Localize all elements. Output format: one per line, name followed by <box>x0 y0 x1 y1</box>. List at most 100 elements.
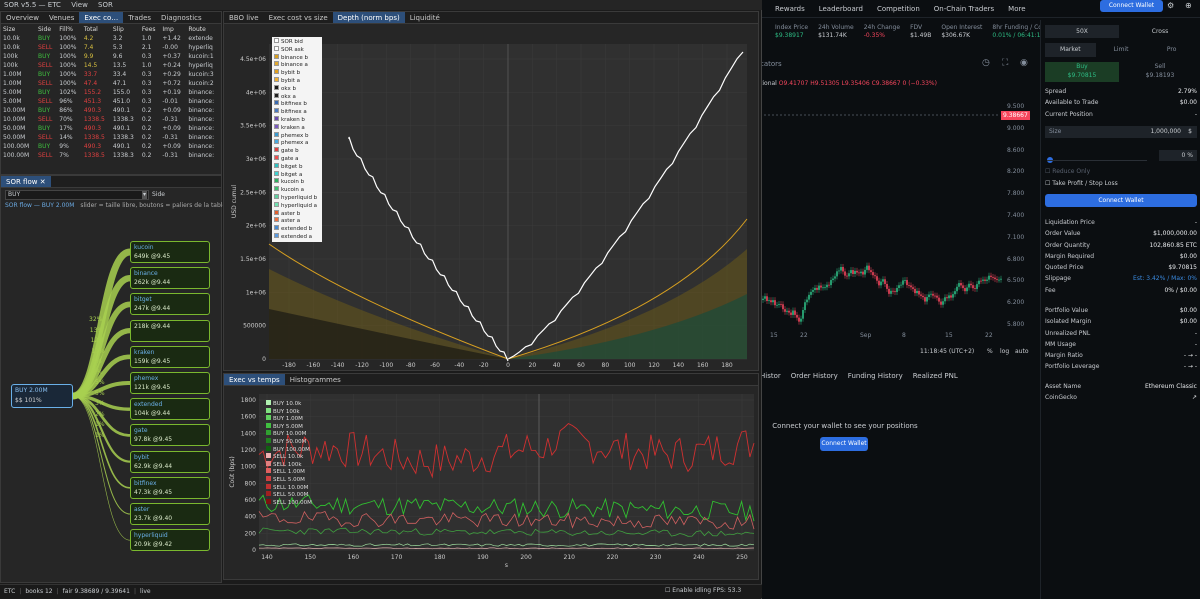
flow-node[interactable]: phemex 121k @9.45 <box>130 372 210 394</box>
table-row[interactable]: 5.00M BUY 102% 155.2 155.0 0.3 +0.19 binance: <box>1 88 221 97</box>
col-header[interactable]: Slip <box>111 25 140 34</box>
table-row[interactable]: 1.00M SELL 100% 47.4 47.1 0.3 +0.72 kucoin:2 <box>1 79 221 88</box>
site-nav-item[interactable]: Leaderboard <box>819 0 863 18</box>
depth-legend-item[interactable]: kucoin a <box>274 186 320 194</box>
leverage-button[interactable]: 50X <box>1045 25 1119 38</box>
exec-legend-item[interactable]: BUY 10.0k <box>266 400 316 408</box>
depth-legend-item[interactable]: hyperliquid b <box>274 193 320 202</box>
connect-wallet-trade-button[interactable]: Connect Wallet <box>1045 194 1197 207</box>
exec-legend-item[interactable]: SELL 1.00M <box>266 468 316 476</box>
flow-root-node[interactable]: BUY 2.00M $$ 101% <box>11 384 73 408</box>
site-nav-item[interactable]: More <box>1008 0 1025 18</box>
exec-legend-item[interactable]: BUY 10.00M <box>266 430 316 438</box>
table-row[interactable]: 50.00M BUY 17% 490.3 490.1 0.2 +0.09 binance: <box>1 124 221 133</box>
depth-legend-item[interactable]: extended a <box>274 232 320 241</box>
col-header[interactable]: Route <box>186 25 221 34</box>
connect-wallet-positions-button[interactable]: Connect Wallet <box>820 437 868 451</box>
flow-node[interactable]: kraken 159k @9.45 <box>130 345 210 368</box>
col-header[interactable]: Fill% <box>57 25 82 34</box>
col-header[interactable]: Imp <box>160 25 186 34</box>
flow-node[interactable]: aster 23.7k @9.40 <box>130 503 210 525</box>
col-header[interactable]: Total <box>82 25 111 34</box>
flow-node[interactable]: bybit 62.9k @9.44 <box>130 450 210 473</box>
table-row[interactable]: 100k BUY 100% 9.9 9.6 0.3 +0.37 kucoin:1 <box>1 52 221 61</box>
positions-tab[interactable]: Order History <box>791 372 838 384</box>
table-row[interactable]: 5.00M SELL 96% 451.3 451.0 0.3 -0.01 binance: <box>1 97 221 106</box>
exec-legend-item[interactable]: SELL 50.00M <box>266 491 316 499</box>
flow-node[interactable]: bitfinex 47.3k @9.45 <box>130 476 210 499</box>
col-header[interactable]: Size <box>1 25 36 34</box>
depth-tab-3[interactable]: Liquidité <box>405 12 445 23</box>
size-slider[interactable] <box>1047 157 1147 163</box>
positions-tab[interactable]: Funding History <box>848 372 903 384</box>
size-input[interactable]: Size 1,000,000 $ <box>1045 126 1197 138</box>
depth-legend-item[interactable]: SOR ask <box>274 45 320 54</box>
exec-legend-item[interactable]: SELL 10.00M <box>266 483 316 492</box>
depth-legend-item[interactable]: binance a <box>274 61 320 69</box>
depth-legend-item[interactable]: bybit b <box>274 69 320 77</box>
fullscreen-icon[interactable]: ⛶ <box>1002 58 1008 68</box>
table-row[interactable]: 10.00M BUY 86% 490.3 490.1 0.2 +0.09 binance: <box>1 106 221 115</box>
positions-tab[interactable]: Realized PNL <box>913 372 958 384</box>
exec-legend-item[interactable]: SELL 10.0k <box>266 453 316 461</box>
results-tab-3[interactable]: Trades <box>123 12 156 23</box>
depth-legend-item[interactable]: bybit a <box>274 76 320 85</box>
depth-legend-item[interactable]: kraken b <box>274 115 320 124</box>
depth-legend-item[interactable]: phemex a <box>274 139 320 147</box>
menu-sor[interactable]: SOR <box>98 1 113 9</box>
site-nav-item[interactable]: On-Chain Traders <box>934 0 994 18</box>
depth-legend-item[interactable]: gate b <box>274 147 320 155</box>
exec-legend-item[interactable]: BUY 5.00M <box>266 422 316 431</box>
depth-legend-item[interactable]: bitget a <box>274 170 320 179</box>
depth-legend-item[interactable]: SOR bid <box>274 38 320 46</box>
buy-button[interactable]: Buy $9.70815 <box>1045 62 1119 82</box>
exec-tab-0[interactable]: Exec vs temps <box>224 374 285 385</box>
depth-legend-item[interactable]: hyperliquid a <box>274 201 320 210</box>
exec-legend-item[interactable]: SELL 100k <box>266 460 316 469</box>
flow-node[interactable]: bitget 247k @9.44 <box>130 293 210 316</box>
flow-node[interactable]: kucoin 649k @9.45 <box>130 241 210 263</box>
depth-legend-item[interactable]: aster b <box>274 209 320 218</box>
exec-legend-item[interactable]: BUY 100.00M <box>266 445 316 454</box>
indicators-button[interactable]: cators <box>760 60 782 68</box>
margin-mode-button[interactable]: Cross <box>1123 25 1197 38</box>
table-row[interactable]: 50.00M SELL 14% 1338.5 1338.3 0.2 -0.31 binance… <box>1 133 221 142</box>
flow-node[interactable]: gate 97.8k @9.45 <box>130 424 210 447</box>
results-tab-1[interactable]: Venues <box>44 12 79 23</box>
col-header[interactable]: Fees <box>140 25 160 34</box>
positions-tab[interactable]: Histor <box>760 372 781 384</box>
order-type-tab[interactable]: Market <box>1045 43 1096 57</box>
connect-wallet-button[interactable]: Connect Wallet <box>1100 0 1163 12</box>
depth-legend-item[interactable]: okx a <box>274 92 320 101</box>
auto-scale-button[interactable]: auto <box>1015 348 1029 355</box>
flow-node[interactable]: hyperliquid 20.9k @9.42 <box>130 529 210 552</box>
depth-legend-item[interactable]: binance b <box>274 53 320 62</box>
tpsl-checkbox[interactable]: ☐ Take Profit / Stop Loss <box>1045 180 1118 187</box>
results-tab-2[interactable]: Exec co… <box>79 12 124 23</box>
price-chart[interactable] <box>760 100 1040 345</box>
table-row[interactable]: 10.0k BUY 100% 4.2 3.2 1.0 +1.42 extende <box>1 34 221 43</box>
settings-icon[interactable]: ⚙ <box>1167 1 1174 10</box>
table-row[interactable]: 100.00M BUY 9% 490.3 490.1 0.2 +0.09 binance: <box>1 142 221 151</box>
depth-legend-item[interactable]: okx b <box>274 84 320 93</box>
site-nav-item[interactable]: Rewards <box>775 0 805 18</box>
percent-scale-button[interactable]: % <box>987 348 993 355</box>
results-tab-4[interactable]: Diagnostics <box>156 12 207 23</box>
order-type-tab[interactable]: Pro <box>1146 43 1197 57</box>
depth-legend-item[interactable]: kraken a <box>274 123 320 132</box>
percent-input[interactable]: 0 % <box>1159 150 1197 161</box>
depth-legend-item[interactable]: extended b <box>274 225 320 233</box>
sell-button[interactable]: Sell $9.18193 <box>1123 62 1197 82</box>
table-row[interactable]: 10.0k SELL 100% 7.4 5.3 2.1 -0.00 hyperliq <box>1 43 221 52</box>
flow-node[interactable]: binance 262k @9.44 <box>130 267 210 290</box>
globe-icon[interactable]: ⊕ <box>1185 1 1192 10</box>
depth-legend-item[interactable]: phemex b <box>274 131 320 140</box>
depth-tab-1[interactable]: Exec cost vs size <box>264 12 333 23</box>
results-tab-0[interactable]: Overview <box>1 12 44 23</box>
site-nav-item[interactable]: Competition <box>877 0 920 18</box>
depth-legend-item[interactable]: bitfinex b <box>274 100 320 108</box>
exec-legend-item[interactable]: SELL 5.00M <box>266 475 316 484</box>
depth-legend-item[interactable]: gate a <box>274 154 320 163</box>
alarm-icon[interactable]: ◷ <box>982 58 990 68</box>
table-row[interactable]: 100k SELL 100% 14.5 13.5 1.0 +0.24 hyperliq <box>1 61 221 70</box>
